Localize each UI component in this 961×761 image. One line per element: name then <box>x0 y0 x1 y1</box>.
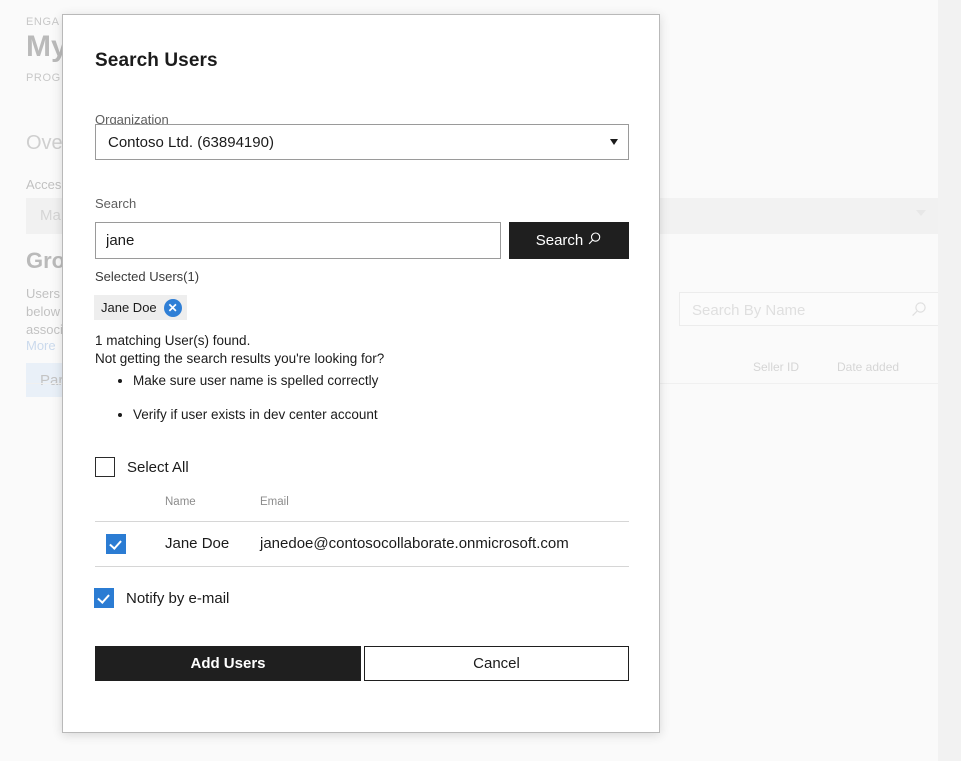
search-by-name-field[interactable]: Search By Name <box>679 292 939 326</box>
table-divider-bottom <box>95 566 629 567</box>
selected-users-label: Selected Users(1) <box>95 269 200 284</box>
matching-count-message: 1 matching User(s) found. <box>95 333 251 348</box>
column-header-email: Email <box>260 496 289 508</box>
list-item: Verify if user exists in dev center acco… <box>133 407 378 422</box>
access-dropdown-value: Ma <box>40 207 61 224</box>
table-header-row: Name Email <box>95 493 629 521</box>
body-line-2: below <box>26 304 60 319</box>
more-link[interactable]: More <box>26 338 56 353</box>
access-label: Acces <box>26 177 62 192</box>
search-label: Search <box>95 196 137 211</box>
column-header-name: Name <box>165 496 196 508</box>
search-results-table: Name Email Jane Doe janedoe@contosocolla… <box>95 493 629 567</box>
body-line-3: associ <box>26 322 63 337</box>
list-item: Make sure user name is spelled correctly <box>133 373 378 388</box>
notify-by-email-row[interactable]: Notify by e-mail <box>94 588 229 608</box>
selected-user-chip: Jane Doe ✕ <box>94 295 187 320</box>
column-header-seller-id: Seller ID <box>753 360 800 374</box>
notify-by-email-checkbox[interactable] <box>94 588 114 608</box>
search-by-name-placeholder: Search By Name <box>692 302 806 319</box>
organization-selected-value: Contoso Ltd. (63894190) <box>108 134 274 151</box>
close-circle-icon[interactable]: ✕ <box>163 298 182 317</box>
search-button-label: Search <box>535 232 584 249</box>
chevron-down-icon <box>916 210 926 216</box>
cancel-button[interactable]: Cancel <box>364 646 629 681</box>
search-input[interactable] <box>95 222 501 259</box>
select-all-label: Select All <box>127 458 189 476</box>
table-row[interactable]: Jane Doe janedoe@contosocollaborate.onmi… <box>95 522 629 566</box>
cell-name: Jane Doe <box>165 535 230 552</box>
program-eyebrow: PROG <box>26 72 61 84</box>
select-all-row[interactable]: Select All <box>95 457 189 477</box>
organization-select[interactable]: Contoso Ltd. (63894190) <box>95 124 629 160</box>
row-select-checkbox[interactable] <box>106 534 126 554</box>
chevron-down-icon <box>610 139 618 145</box>
search-button[interactable]: Search <box>509 222 629 259</box>
column-header-date-added: Date added <box>837 360 900 374</box>
notify-by-email-label: Notify by e-mail <box>126 589 230 607</box>
page-scrollbar-strip[interactable] <box>938 0 961 761</box>
search-icon <box>910 301 928 324</box>
section-heading: Gro <box>26 248 66 273</box>
body-line-1: Users <box>26 286 60 301</box>
dialog-title: Search Users <box>95 50 218 71</box>
search-hints-list: Make sure user name is spelled correctly… <box>111 373 378 441</box>
add-users-button[interactable]: Add Users <box>95 646 361 681</box>
search-users-dialog: Search Users Organization Contoso Ltd. (… <box>62 14 660 733</box>
not-getting-results-message: Not getting the search results you're lo… <box>95 351 385 366</box>
search-icon <box>586 231 602 251</box>
cell-email: janedoe@contosocollaborate.onmicrosoft.c… <box>260 535 569 552</box>
tab-overview[interactable]: Ove <box>26 132 63 155</box>
selected-user-chip-label: Jane Doe <box>101 300 157 315</box>
breadcrumb-eyebrow: ENGA <box>26 16 60 28</box>
select-all-checkbox[interactable] <box>95 457 115 477</box>
